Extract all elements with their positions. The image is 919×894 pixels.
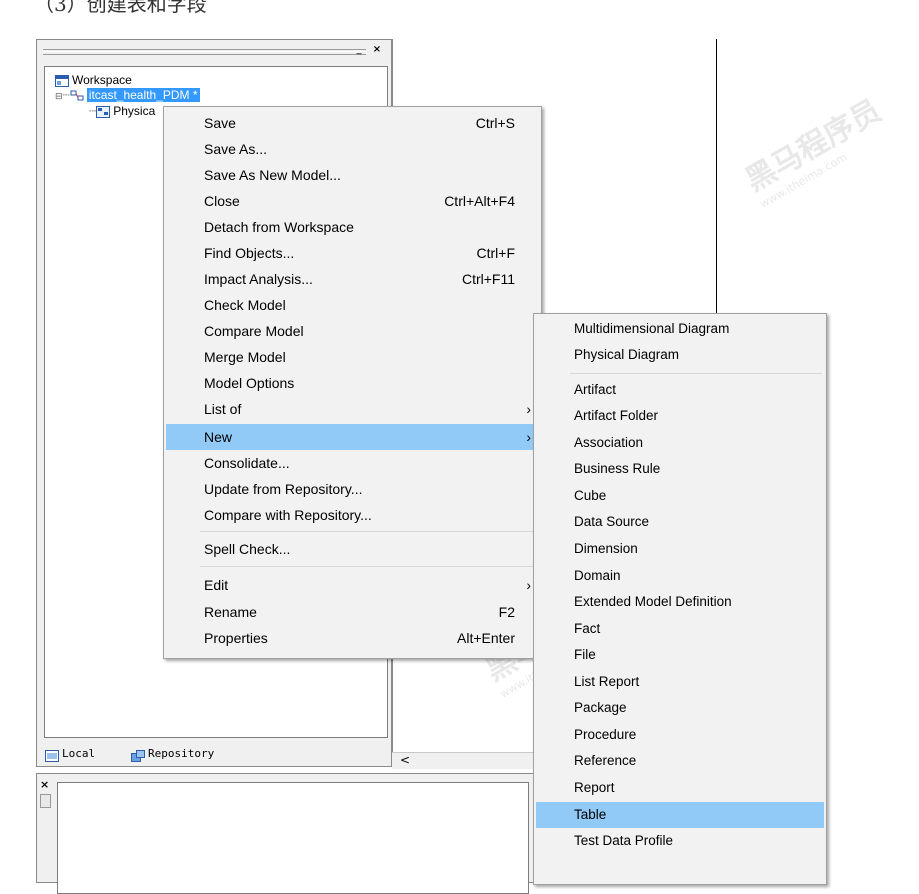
submenu-arrow-icon: › [526,429,531,445]
workspace-icon [55,74,69,87]
panel-minimize-button[interactable]: _ [353,44,365,56]
submenu-item-test-data-profile[interactable]: Test Data Profile [536,828,824,854]
panel-close-button[interactable]: × [371,44,383,56]
menu-item-edit[interactable]: Edit › [166,572,539,598]
submenu-item-cube[interactable]: Cube [536,483,824,509]
submenu-item-physical-diagram[interactable]: Physical Diagram [536,342,824,368]
menu-item-find-objects[interactable]: Find Objects... Ctrl+F [166,240,539,266]
tree-label-model: itcast_health_PDM * [86,88,200,102]
menu-item-model-options[interactable]: Model Options [166,370,539,396]
tree-node-model[interactable]: ⊟┄ itcast_health_PDM * [55,88,200,103]
submenu-item-domain[interactable]: Domain [536,563,824,589]
menu-item-detach[interactable]: Detach from Workspace [166,214,539,240]
canvas-divider [716,39,717,319]
tab-repository-label: Repository [148,747,215,760]
menu-item-compare-model[interactable]: Compare Model [166,318,539,344]
submenu-arrow-icon: › [526,577,531,593]
output-content[interactable] [57,782,529,894]
output-panel: × [36,773,536,894]
diagram-icon [96,105,111,118]
menu-item-close[interactable]: Close Ctrl+Alt+F4 [166,188,539,214]
menu-item-consolidate[interactable]: Consolidate... [166,450,539,476]
output-pin-icon[interactable] [40,794,51,808]
menu-item-list-of[interactable]: List of › [166,396,539,422]
panel-gripper[interactable] [43,49,366,55]
menu-item-properties[interactable]: Properties Alt+Enter [166,625,539,651]
menu-separator [200,566,537,567]
collapse-icon[interactable]: ⊟ [55,91,63,101]
submenu-item-report[interactable]: Report [536,775,824,801]
submenu-item-reference[interactable]: Reference [536,748,824,774]
submenu-item-procedure[interactable]: Procedure [536,722,824,748]
submenu-item-multidimensional-diagram[interactable]: Multidimensional Diagram [536,316,824,342]
submenu-item-data-source[interactable]: Data Source [536,509,824,535]
scroll-left-arrow[interactable]: < [400,753,410,767]
new-submenu: Multidimensional Diagram Physical Diagra… [533,313,827,885]
submenu-item-artifact-folder[interactable]: Artifact Folder [536,403,824,429]
submenu-item-business-rule[interactable]: Business Rule [536,456,824,482]
tree-node-workspace[interactable]: Workspace [55,73,132,88]
menu-item-save[interactable]: Save Ctrl+S [166,110,539,136]
menu-item-compare-with-repository[interactable]: Compare with Repository... [166,502,539,528]
repository-icon [131,748,145,762]
local-icon [45,748,59,762]
tab-repository[interactable]: Repository [131,743,214,764]
menu-item-impact-analysis[interactable]: Impact Analysis... Ctrl+F11 [166,266,539,292]
tree-label-physical: Physica [113,104,156,118]
submenu-item-extended-model-definition[interactable]: Extended Model Definition [536,589,824,615]
context-menu: Save Ctrl+S Save As... Save As New Model.… [163,106,542,659]
menu-item-merge-model[interactable]: Merge Model [166,344,539,370]
panel-tabs: Local Repository [37,743,391,765]
submenu-item-dimension[interactable]: Dimension [536,536,824,562]
menu-item-update-from-repository[interactable]: Update from Repository... [166,476,539,502]
tab-local-label: Local [62,747,96,760]
menu-item-spell-check[interactable]: Spell Check... [166,536,539,562]
submenu-arrow-icon: › [526,401,531,417]
menu-separator [570,373,822,374]
menu-separator [200,531,537,532]
menu-item-rename[interactable]: Rename F2 [166,599,539,625]
submenu-item-list-report[interactable]: List Report [536,669,824,695]
submenu-item-fact[interactable]: Fact [536,616,824,642]
menu-item-check-model[interactable]: Check Model [166,292,539,318]
tree-label-workspace: Workspace [72,73,132,87]
submenu-item-file[interactable]: File [536,642,824,668]
submenu-item-association[interactable]: Association [536,430,824,456]
tab-local[interactable]: Local [45,743,95,764]
menu-item-save-as[interactable]: Save As... [166,136,539,162]
submenu-item-artifact[interactable]: Artifact [536,377,824,403]
page-caption: （3）创建表和字段 [34,0,207,16]
menu-item-save-as-new-model[interactable]: Save As New Model... [166,162,539,188]
menu-item-new[interactable]: New › [166,424,539,450]
tree-node-physical-diagram[interactable]: ┄ Physica [89,104,155,119]
model-icon [70,90,84,102]
submenu-item-package[interactable]: Package [536,695,824,721]
submenu-item-table[interactable]: Table [536,802,824,828]
output-close-button[interactable]: × [40,778,49,791]
